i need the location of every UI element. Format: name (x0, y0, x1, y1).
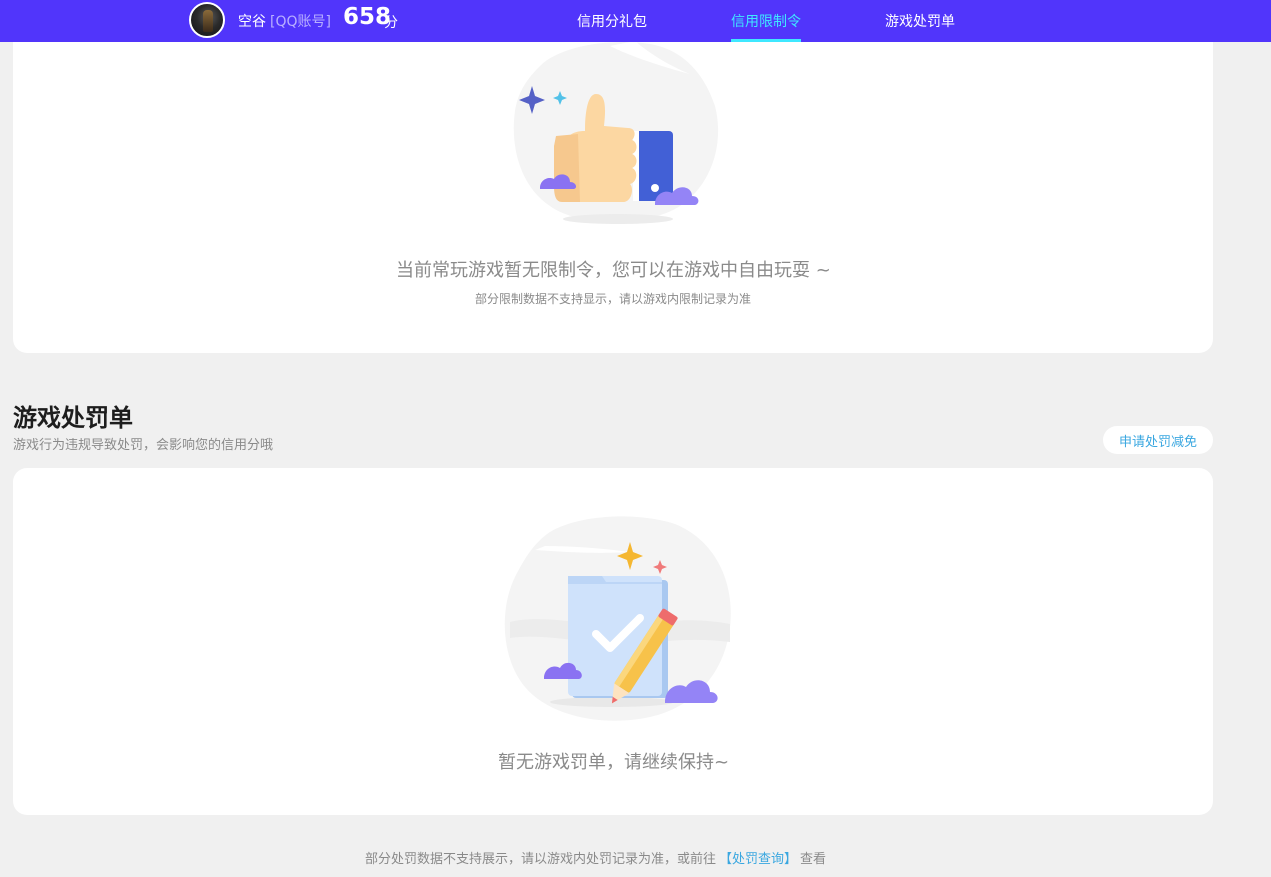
avatar-figure (203, 10, 213, 32)
tab-game-penalty[interactable]: 游戏处罚单 (885, 11, 955, 31)
account-type-label: [QQ账号] (270, 14, 331, 30)
avatar[interactable] (189, 2, 225, 38)
checklist-illustration (504, 516, 731, 721)
top-nav-bar: 空谷 [QQ账号] 658 分 信用分礼包 信用限制令 游戏处罚单 (0, 0, 1271, 42)
active-tab-indicator (731, 39, 801, 42)
penalty-section-subtitle: 游戏行为违规导致处罚，会影响您的信用分哦 (13, 438, 274, 453)
footer-note-suffix: 查看 (800, 852, 827, 867)
apply-penalty-relief-button[interactable]: 申请处罚减免 (1103, 426, 1213, 454)
penalty-empty-title: 暂无游戏罚单，请继续保持~ (498, 752, 730, 773)
penalty-section-title: 游戏处罚单 (13, 404, 133, 432)
tab-credit-gift[interactable]: 信用分礼包 (577, 11, 647, 31)
penalty-footer-note: 部分处罚数据不支持展示，请以游戏内处罚记录为准，或前往 【处罚查询】 查看 (365, 848, 826, 867)
restriction-empty-title: 当前常玩游戏暂无限制令，您可以在游戏中自由玩耍 ~ (396, 260, 831, 281)
tab-credit-restriction[interactable]: 信用限制令 (731, 11, 801, 31)
credit-score-unit: 分 (384, 15, 398, 31)
restriction-empty-subtitle: 部分限制数据不支持显示，请以游戏内限制记录为准 (475, 292, 752, 306)
penalty-query-link[interactable]: 【处罚查询】 (719, 852, 797, 867)
username: 空谷 (238, 14, 266, 30)
footer-note-prefix: 部分处罚数据不支持展示，请以游戏内处罚记录为准，或前往 (365, 852, 717, 867)
thumbs-up-illustration (513, 41, 719, 224)
